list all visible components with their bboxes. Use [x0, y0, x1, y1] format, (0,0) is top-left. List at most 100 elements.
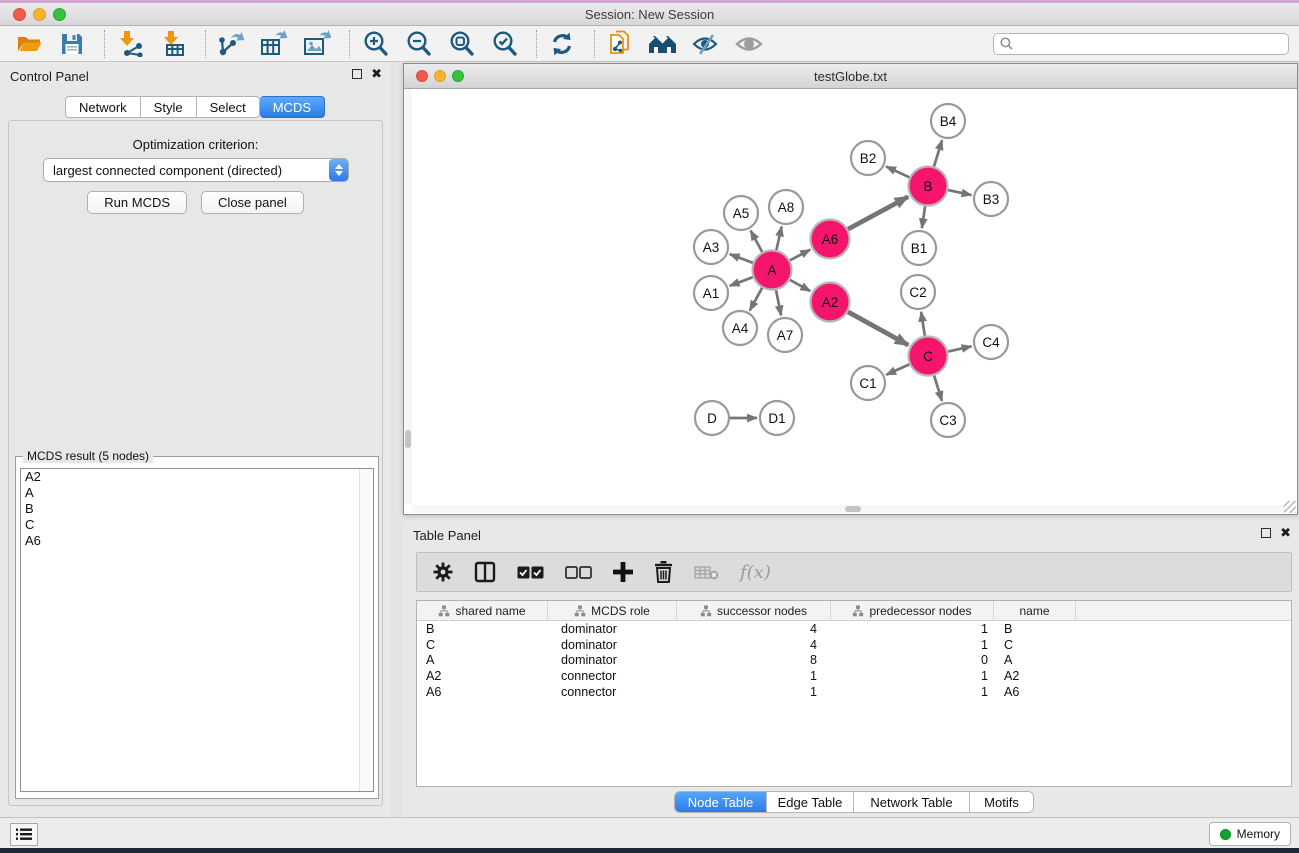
graph-node[interactable]: A7 [768, 318, 802, 352]
table-cell[interactable]: 1 [831, 669, 994, 683]
deselect-all-button[interactable] [565, 558, 592, 586]
graph-edge[interactable] [776, 227, 781, 251]
graph-node[interactable]: B1 [902, 231, 936, 265]
table-settings-button[interactable] [433, 558, 453, 586]
network-vertical-scrollbar[interactable] [404, 89, 412, 504]
create-column-button[interactable] [613, 558, 633, 586]
table-cell[interactable]: dominator [548, 638, 677, 652]
column-header-name[interactable]: name [994, 601, 1076, 620]
table-cell[interactable]: B [417, 622, 548, 636]
delete-column-button[interactable] [654, 558, 673, 586]
graph-edge[interactable] [922, 206, 925, 228]
table-cell[interactable]: A [994, 653, 1076, 667]
table-cell[interactable]: 1 [831, 622, 994, 636]
tab-edge-table[interactable]: Edge Table [767, 792, 854, 812]
graph-edge[interactable] [848, 197, 908, 230]
export-network-button[interactable] [216, 29, 246, 59]
table-row[interactable]: Bdominator41B [417, 621, 1291, 637]
graph-edge[interactable] [886, 364, 909, 374]
network-view[interactable]: B4B2BB3A5A8A6A3B1AA1C2A2A4A7C4CC1C3DD1 [404, 89, 1297, 514]
mcds-result-item[interactable]: A [21, 485, 373, 501]
table-cell[interactable]: 4 [677, 622, 831, 636]
mcds-result-item[interactable]: A6 [21, 533, 373, 549]
graph-edge[interactable] [921, 312, 925, 336]
graph-node[interactable]: C4 [974, 325, 1008, 359]
graph-node[interactable]: C [909, 337, 948, 376]
zoom-out-button[interactable] [403, 29, 433, 59]
tab-mcds[interactable]: MCDS [260, 96, 325, 118]
close-window-button[interactable] [13, 8, 26, 21]
column-header-predecessor-nodes[interactable]: predecessor nodes [831, 601, 994, 620]
show-graphics-details-button[interactable] [691, 29, 721, 59]
table-cell[interactable]: dominator [548, 622, 677, 636]
close-panel-icon[interactable]: ✖ [1280, 528, 1291, 538]
graph-node[interactable]: B3 [974, 182, 1008, 216]
scroll-thumb[interactable] [845, 506, 861, 512]
tab-select[interactable]: Select [197, 96, 260, 118]
import-table-button[interactable] [158, 29, 188, 59]
toggle-panes-button[interactable] [474, 558, 496, 586]
graph-node[interactable]: C2 [901, 275, 935, 309]
table-cell[interactable]: 1 [677, 669, 831, 683]
import-network-button[interactable] [115, 29, 145, 59]
table-cell[interactable]: B [994, 622, 1076, 636]
table-cell[interactable]: A6 [417, 685, 548, 699]
hide-graphics-details-button[interactable] [734, 29, 764, 59]
open-session-button[interactable] [14, 29, 44, 59]
export-table-button[interactable] [259, 29, 289, 59]
graph-edge[interactable] [730, 277, 753, 286]
graph-edge[interactable] [750, 288, 762, 311]
float-panel-icon[interactable] [1261, 528, 1271, 538]
tab-network-table[interactable]: Network Table [854, 792, 970, 812]
graph-node[interactable]: A2 [811, 283, 850, 322]
tab-node-table[interactable]: Node Table [675, 792, 767, 812]
refresh-network-button[interactable] [547, 29, 577, 59]
network-horizontal-scrollbar[interactable] [412, 505, 1285, 513]
table-cell[interactable]: 8 [677, 653, 831, 667]
table-row[interactable]: Cdominator41C [417, 637, 1291, 653]
graph-node[interactable]: A [753, 251, 792, 290]
zoom-in-button[interactable] [360, 29, 390, 59]
titlebar[interactable]: Session: New Session [0, 3, 1299, 26]
graph-node[interactable]: A1 [694, 276, 728, 310]
fit-content-button[interactable] [446, 29, 476, 59]
save-session-button[interactable] [57, 29, 87, 59]
mcds-result-item[interactable]: A2 [21, 469, 373, 485]
graph-node[interactable]: C1 [851, 366, 885, 400]
graph-edge[interactable] [886, 167, 909, 178]
export-image-button[interactable] [302, 29, 332, 59]
table-cell[interactable]: connector [548, 685, 677, 699]
graph-edge[interactable] [934, 140, 942, 166]
table-cell[interactable]: A [417, 653, 548, 667]
network-window-titlebar[interactable]: testGlobe.txt [404, 64, 1297, 89]
table-row[interactable]: A2connector11A2 [417, 668, 1291, 684]
tab-network[interactable]: Network [65, 96, 141, 118]
network-zoom-button[interactable] [452, 70, 464, 82]
mcds-result-item[interactable]: C [21, 517, 373, 533]
close-panel-icon[interactable]: ✖ [371, 69, 382, 79]
graph-node[interactable]: A4 [723, 311, 757, 345]
memory-button[interactable]: Memory [1209, 822, 1291, 846]
graph-node[interactable]: B [909, 167, 948, 206]
column-header-shared-name[interactable]: shared name [417, 601, 548, 620]
table-row[interactable]: A6connector11A6 [417, 684, 1291, 700]
show-task-history-button[interactable] [10, 823, 38, 846]
column-header-successor-nodes[interactable]: successor nodes [677, 601, 831, 620]
clone-network-button[interactable] [605, 29, 635, 59]
graph-edge[interactable] [730, 254, 753, 263]
network-minimize-button[interactable] [434, 70, 446, 82]
select-all-button[interactable] [517, 558, 544, 586]
graph-edge[interactable] [948, 346, 972, 351]
graph-node[interactable]: D [695, 401, 729, 435]
network-close-button[interactable] [416, 70, 428, 82]
table-cell[interactable]: connector [548, 669, 677, 683]
network-window[interactable]: testGlobe.txt B4B2BB3A5A8A6A3B1AA1C2A2A4… [403, 63, 1298, 515]
table-cell[interactable]: 0 [831, 653, 994, 667]
delete-table-button[interactable] [694, 558, 719, 586]
table-cell[interactable]: 1 [677, 685, 831, 699]
table-cell[interactable]: 1 [831, 685, 994, 699]
table-cell[interactable]: A6 [994, 685, 1076, 699]
graph-node[interactable]: D1 [760, 401, 794, 435]
search-input[interactable] [1018, 37, 1282, 51]
tab-motifs[interactable]: Motifs [970, 792, 1033, 812]
